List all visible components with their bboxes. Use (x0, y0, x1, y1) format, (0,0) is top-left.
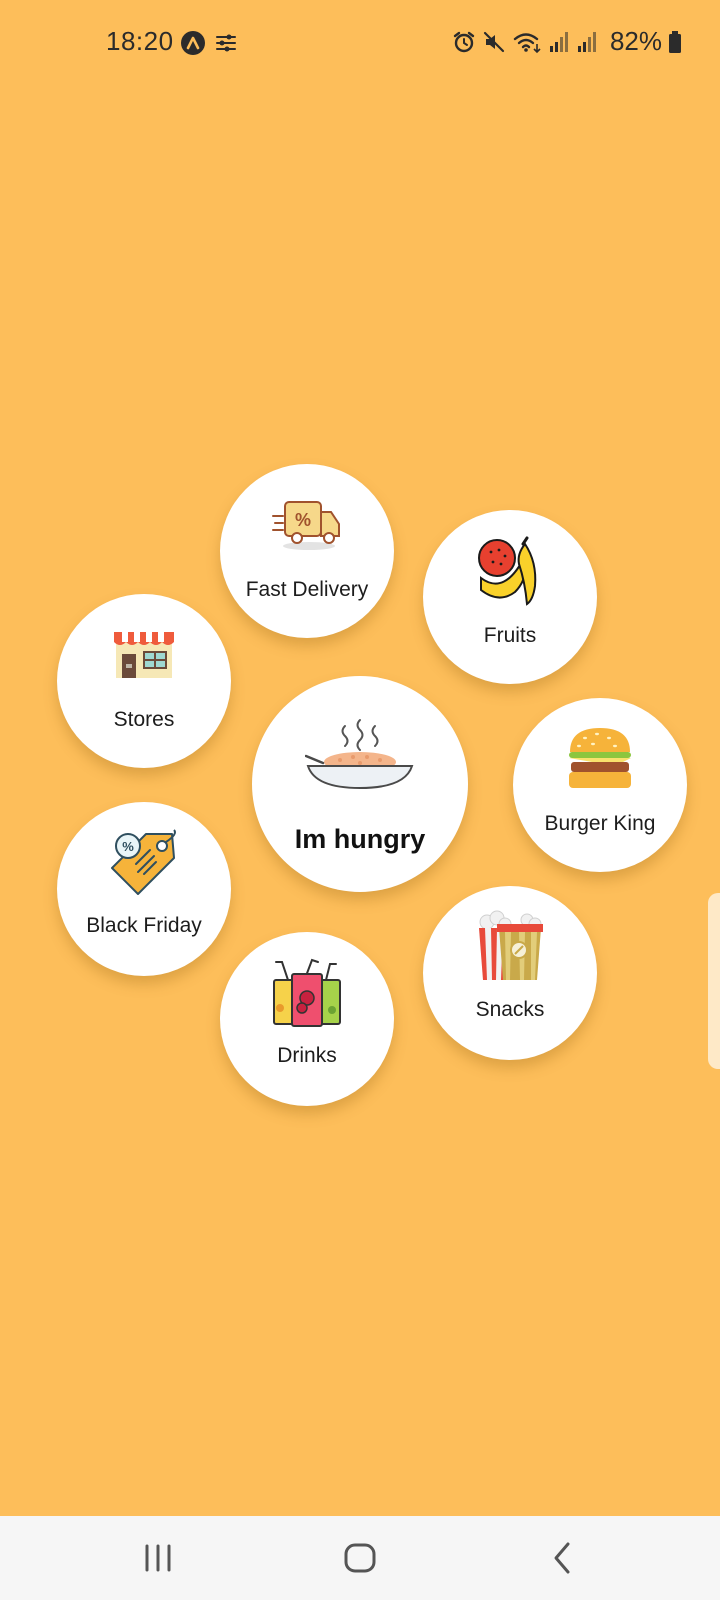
burger-king-label: Burger King (544, 812, 656, 835)
signal-icon (577, 31, 596, 52)
alarm-icon (453, 31, 475, 52)
battery-percentage: 82% (609, 26, 662, 56)
back-icon[interactable] (548, 1538, 576, 1578)
black-friday-label: Black Friday (86, 914, 202, 937)
fast-delivery-label: Fast Delivery (245, 578, 369, 601)
recent-apps-icon[interactable] (142, 1538, 174, 1578)
burger-king-button[interactable]: Burger King (513, 698, 687, 872)
svg-text:%: % (122, 839, 134, 854)
stores-button[interactable]: Stores (57, 594, 231, 768)
status-bar: 18:20 82% (0, 0, 720, 86)
rice-bowl-icon (305, 719, 414, 790)
edge-panel-handle[interactable] (708, 893, 720, 1069)
navigation-bar (0, 1516, 720, 1600)
snacks-button[interactable]: Snacks (423, 886, 597, 1060)
black-friday-button[interactable]: % Black Friday (57, 802, 231, 976)
svg-text:%: % (295, 510, 311, 530)
snacks-label: Snacks (475, 998, 545, 1021)
drinks-label: Drinks (277, 1044, 337, 1067)
drinks-icon (273, 958, 341, 1027)
fruits-button[interactable]: Fruits (423, 510, 597, 684)
mute-icon (483, 31, 505, 52)
store-icon (114, 632, 174, 678)
battery-icon (669, 30, 681, 53)
popcorn-icon (479, 910, 543, 980)
fruits-label: Fruits (483, 624, 537, 647)
signal-icon (549, 31, 568, 52)
home-icon[interactable] (342, 1538, 378, 1578)
price-tag-icon: % (111, 829, 176, 895)
status-time: 18:20 (106, 26, 174, 56)
drinks-button[interactable]: Drinks (220, 932, 394, 1106)
delivery-truck-icon: % (272, 501, 340, 550)
stores-label: Stores (113, 708, 175, 731)
app-notification-icon (181, 31, 205, 55)
fruits-icon (478, 536, 537, 606)
im-hungry-button[interactable]: Im hungry (252, 676, 468, 892)
wifi-icon (513, 32, 541, 53)
sliders-icon (216, 34, 236, 52)
burger-icon (569, 728, 631, 788)
im-hungry-label: Im hungry (294, 824, 426, 854)
fast-delivery-button[interactable]: % Fast Delivery (220, 464, 394, 638)
